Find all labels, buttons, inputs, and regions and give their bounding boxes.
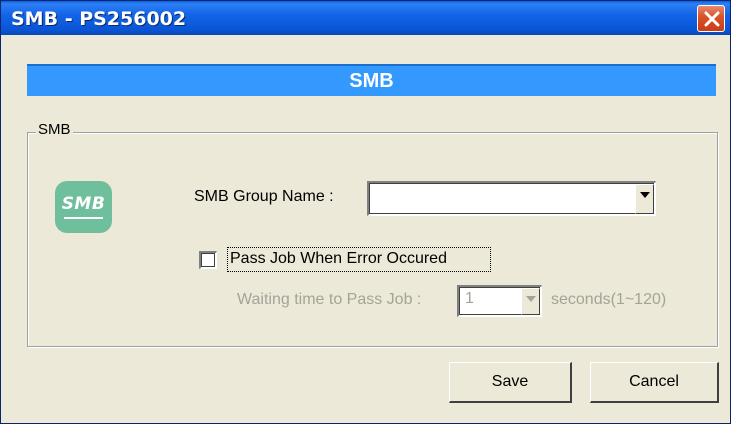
smb-groupbox: [27, 132, 718, 347]
chevron-down-icon: [640, 192, 650, 198]
smb-group-name-dropdown-button[interactable]: [635, 184, 654, 214]
close-x-icon: [704, 11, 720, 27]
pass-job-label[interactable]: Pass Job When Error Occured: [230, 250, 447, 268]
smb-logo-icon: SMB: [55, 181, 112, 233]
section-header: SMB: [27, 64, 716, 96]
title-bar[interactable]: SMB - PS256002: [1, 1, 730, 35]
save-button[interactable]: Save: [449, 362, 572, 403]
smb-dialog-window: SMB - PS256002 SMB SMB SMB SMB Group Nam…: [0, 0, 731, 424]
waiting-time-value: 1: [465, 290, 474, 307]
waiting-time-label: Waiting time to Pass Job :: [237, 291, 422, 308]
pass-job-checkbox[interactable]: [199, 251, 217, 269]
cancel-button[interactable]: Cancel: [590, 362, 719, 403]
waiting-time-select[interactable]: 1: [457, 285, 542, 317]
smb-group-name-label: SMB Group Name :: [194, 188, 334, 205]
window-title: SMB - PS256002: [11, 8, 187, 30]
waiting-time-unit: seconds(1~120): [551, 291, 667, 308]
smb-logo-text: SMB: [61, 194, 106, 214]
chevron-down-icon: [526, 296, 536, 302]
section-header-title: SMB: [349, 70, 394, 92]
groupbox-legend: SMB: [36, 121, 73, 138]
smb-logo-underline: [64, 217, 103, 219]
close-button[interactable]: [697, 5, 725, 32]
waiting-time-dropdown-button[interactable]: [521, 288, 540, 315]
smb-group-name-select[interactable]: [367, 181, 656, 216]
